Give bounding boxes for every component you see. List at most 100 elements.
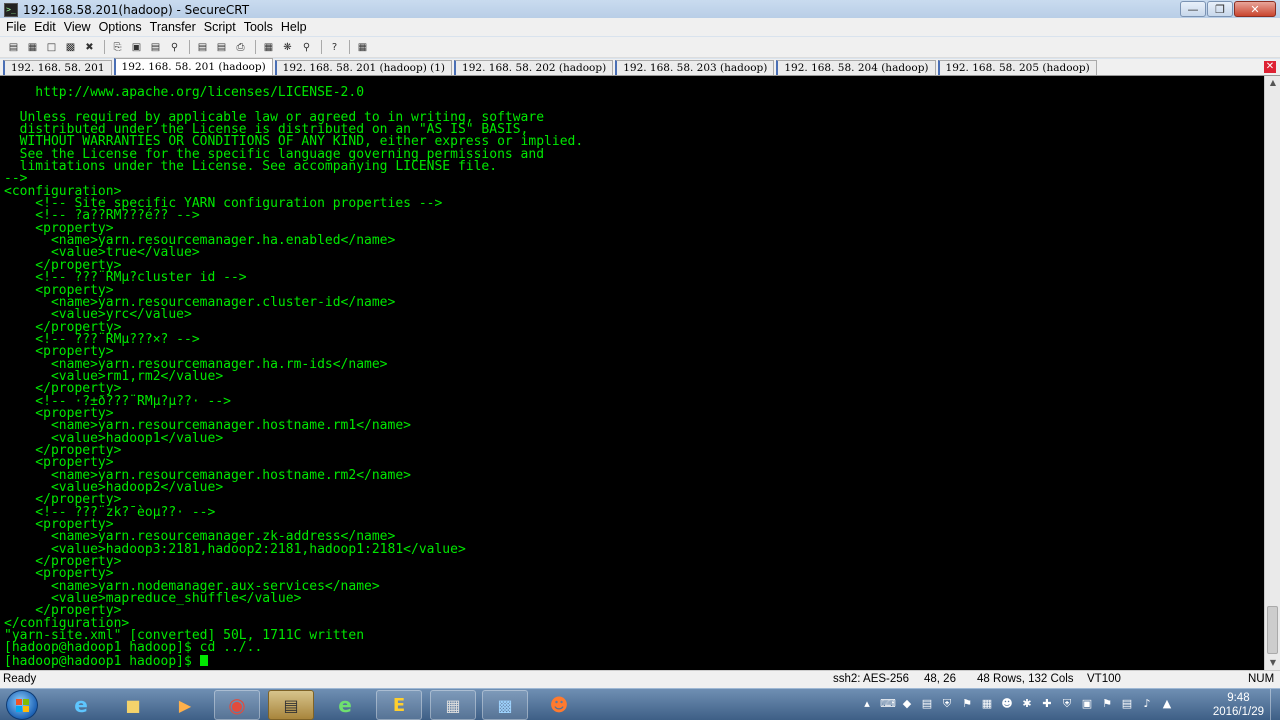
menu-file[interactable]: File	[2, 20, 30, 34]
terminal-line: <value>true</value>	[4, 245, 200, 261]
minimize-button[interactable]: —	[1180, 1, 1206, 17]
chrome-icon[interactable]: ◉	[214, 690, 260, 720]
copy-paste-icon[interactable]: ▤	[147, 39, 164, 56]
print-setup-icon[interactable]: ▤	[194, 39, 211, 56]
scroll-down-icon[interactable]: ▼	[1265, 656, 1280, 670]
app-window-icon[interactable]: ▦	[430, 690, 476, 720]
tab-session-201-hadoop[interactable]: 192. 168. 58. 201 (hadoop)	[113, 58, 273, 75]
terminal-line: </property>	[4, 442, 122, 458]
file-explorer-icon[interactable]: ■	[110, 690, 156, 720]
securecrt-app-icon[interactable]: >_	[4, 2, 18, 17]
status-emulation: VT100	[1087, 673, 1121, 685]
media-player-icon[interactable]: ▶	[162, 690, 208, 720]
game-app-icon[interactable]: ☻	[536, 690, 582, 720]
toolbar: ▤ ▦ □ ▩ ✖ ⎘ ▣ ▤ ⚲ ▤ ▤ ⎙ ▦ ❋ ⚲ ? ▦	[0, 37, 1280, 58]
terminal-line: <value>mapreduce_shuffle</value>	[4, 591, 302, 607]
menu-help[interactable]: Help	[277, 20, 311, 34]
tray-arrow-icon[interactable]: ▴	[860, 697, 874, 711]
connect-tab-icon[interactable]: □	[43, 39, 60, 56]
browser-360-icon[interactable]: e	[322, 690, 368, 720]
tab-session-201-hadoop-1[interactable]: 192. 168. 58. 201 (hadoop) (1)	[274, 60, 453, 75]
tray-monitor-icon[interactable]: ▣	[1080, 697, 1094, 711]
toolbar-separator	[189, 40, 190, 54]
tab-session-203-hadoop[interactable]: 192. 168. 58. 203 (hadoop)	[615, 60, 775, 75]
menu-view[interactable]: View	[60, 20, 95, 34]
menu-options[interactable]: Options	[95, 20, 146, 34]
terminal-output[interactable]: http://www.apache.org/licenses/LICENSE-2…	[0, 76, 1264, 670]
e-app-icon[interactable]: E	[376, 690, 422, 720]
tray-volume-icon[interactable]: ♪	[1140, 697, 1154, 711]
menu-edit[interactable]: Edit	[30, 20, 60, 34]
tray-app-icon[interactable]: ◆	[900, 697, 914, 711]
global-options-icon[interactable]: ❋	[279, 39, 296, 56]
terminal-line: [hadoop@hadoop1 hadoop]$	[4, 654, 1264, 668]
status-terminal-size: 48 Rows, 132 Cols	[977, 673, 1074, 685]
close-icon: ✕	[1250, 2, 1260, 16]
tray-flag-icon[interactable]: ⚑	[960, 697, 974, 711]
terminal-line: <value>hadoop2</value>	[4, 480, 224, 495]
system-tray: ▴ ⌨ ◆ ▤ ⛨ ⚑ ▦ ☻ ✱ ✚ ⛨ ▣ ⚑ ▤ ♪ ▲	[860, 697, 1174, 711]
toolbar-separator	[349, 40, 350, 54]
terminal-line: <!-- ???¨RMµ???×? -->	[4, 331, 200, 347]
tray-keyboard-icon[interactable]: ⌨	[880, 697, 896, 711]
print-selection-icon[interactable]: ▤	[213, 39, 230, 56]
tray-plus-icon[interactable]: ✚	[1040, 697, 1054, 711]
scroll-up-icon[interactable]: ▲	[1265, 76, 1280, 90]
tab-session-202-hadoop[interactable]: 192. 168. 58. 202 (hadoop)	[454, 60, 614, 75]
terminal-line: http://www.apache.org/licenses/LICENSE-2…	[4, 85, 365, 100]
menu-bar: File Edit View Options Transfer Script T…	[0, 18, 1280, 36]
restore-icon: ❐	[1215, 2, 1225, 16]
connect-icon[interactable]: ▤	[5, 39, 22, 56]
menu-transfer[interactable]: Transfer	[146, 20, 200, 34]
clock-date: 2016/1/29	[1212, 706, 1264, 718]
maximize-button[interactable]: ❐	[1207, 1, 1233, 17]
windows-taskbar: e ■ ▶ ◉ ▤ e E ▦ ▩ ☻ ▴ ⌨ ◆ ▤ ⛨ ⚑ ▦ ☻ ✱ ✚ …	[0, 688, 1280, 720]
tray-ime-icon[interactable]: ▤	[1120, 697, 1134, 711]
terminal-line: <!-- ·?±ð???¨RMµ?µ??· -->	[4, 393, 231, 409]
terminal-scrollbar[interactable]: ▲ ▼	[1264, 76, 1280, 670]
status-bar: Ready ssh2: AES-256 48, 26 48 Rows, 132 …	[0, 670, 1280, 688]
close-button[interactable]: ✕	[1234, 1, 1276, 17]
tab-session-201[interactable]: 192. 168. 58. 201	[3, 60, 112, 75]
tray-network-app-icon[interactable]: ▤	[920, 697, 934, 711]
tab-session-205-hadoop[interactable]: 192. 168. 58. 205 (hadoop)	[937, 60, 1097, 75]
print-icon[interactable]: ⎙	[232, 39, 249, 56]
paste-icon[interactable]: ▣	[128, 39, 145, 56]
sftp-icon[interactable]: ▦	[354, 39, 371, 56]
find-icon[interactable]: ⚲	[166, 39, 183, 56]
reconnect-icon[interactable]: ▩	[62, 39, 79, 56]
window-title: 192.168.58.201(hadoop) - SecureCRT	[23, 2, 250, 17]
status-cursor-position: 48, 26	[924, 673, 956, 685]
close-tab-icon[interactable]: ✕	[1264, 61, 1276, 73]
tray-security-icon[interactable]: ⛨	[1060, 697, 1074, 711]
session-options-icon[interactable]: ▦	[260, 39, 277, 56]
start-button[interactable]	[6, 690, 38, 720]
quick-connect-icon[interactable]: ▦	[24, 39, 41, 56]
tab-session-204-hadoop[interactable]: 192. 168. 58. 204 (hadoop)	[776, 60, 936, 75]
toolbar-separator	[255, 40, 256, 54]
disconnect-icon[interactable]: ✖	[81, 39, 98, 56]
show-desktop-button[interactable]	[1270, 689, 1280, 720]
copy-icon[interactable]: ⎘	[109, 39, 126, 56]
tray-signal-icon[interactable]: ▲	[1160, 697, 1174, 711]
status-state: Ready	[3, 673, 37, 685]
scrollbar-thumb[interactable]	[1267, 606, 1278, 654]
keymap-icon[interactable]: ⚲	[298, 39, 315, 56]
internet-explorer-icon[interactable]: e	[58, 690, 104, 720]
menu-tools[interactable]: Tools	[240, 20, 277, 34]
tray-flag2-icon[interactable]: ⚑	[1100, 697, 1114, 711]
tray-windows-icon[interactable]: ▦	[980, 697, 994, 711]
terminal-cursor	[199, 654, 208, 666]
taskbar-clock[interactable]: 9:48 2016/1/29	[1213, 691, 1264, 719]
virtual-machine-icon[interactable]: ▩	[482, 690, 528, 720]
session-tab-bar: 192. 168. 58. 201 192. 168. 58. 201 (had…	[0, 58, 1280, 76]
window-controls: — ❐ ✕	[1180, 1, 1276, 17]
tray-bluetooth-icon[interactable]: ✱	[1020, 697, 1034, 711]
terminal-line: <value>hadoop3:2181,hadoop2:2181,hadoop1…	[4, 541, 466, 557]
help-icon[interactable]: ?	[326, 39, 343, 56]
tray-shield-icon[interactable]: ⛨	[940, 697, 954, 711]
clock-time: 9:48	[1227, 692, 1250, 704]
securecrt-taskbar-icon[interactable]: ▤	[268, 690, 314, 720]
tray-qq-icon[interactable]: ☻	[1000, 697, 1014, 711]
menu-script[interactable]: Script	[200, 20, 240, 34]
